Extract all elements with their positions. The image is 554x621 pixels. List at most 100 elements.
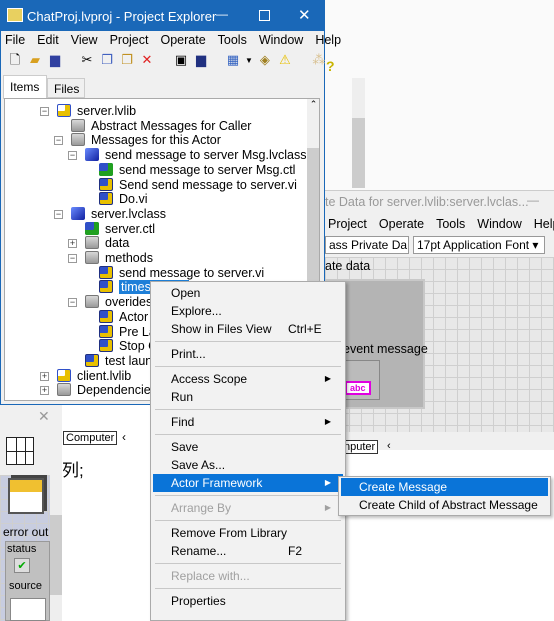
- source-control-icon[interactable]: ◈: [257, 52, 273, 68]
- tab-items[interactable]: Items: [3, 75, 47, 99]
- menu-item-save-as[interactable]: Save As...: [153, 456, 343, 474]
- help-icon[interactable]: ?: [326, 58, 335, 74]
- scroll-left-arrow[interactable]: ‹: [387, 440, 391, 452]
- copy-icon[interactable]: ❐: [99, 52, 115, 68]
- tree-item[interactable]: test launc: [85, 353, 159, 369]
- scroll-left-arrow[interactable]: ‹: [122, 430, 126, 444]
- minimize-button[interactable]: —: [527, 193, 539, 207]
- tree-item[interactable]: send message to server Msg.lvclass: [85, 148, 306, 163]
- tree-item[interactable]: Abstract Messages for Caller: [71, 118, 252, 134]
- menu-item-properties[interactable]: Properties: [153, 592, 343, 610]
- dependencies-icon: [57, 383, 71, 397]
- class-combo[interactable]: ass Private Da ▾: [325, 236, 409, 254]
- tree-item[interactable]: Dependencies: [57, 383, 157, 398]
- tree-item-label: send message to server Msg.ctl: [119, 162, 296, 177]
- paste-icon[interactable]: ❐: [119, 52, 135, 68]
- class-icon: [71, 206, 85, 220]
- warning-icon[interactable]: ⚠: [277, 52, 293, 68]
- tree-item[interactable]: data: [85, 236, 129, 251]
- collapse-icon[interactable]: −: [54, 136, 63, 146]
- menu-file[interactable]: File: [0, 33, 31, 47]
- menu-item-open[interactable]: Open: [153, 284, 343, 302]
- menu-item-find[interactable]: Find ▶: [153, 413, 343, 431]
- new-icon[interactable]: 🗋: [7, 52, 23, 68]
- tree-item[interactable]: server.ctl: [85, 221, 155, 237]
- menu-window[interactable]: Window: [253, 33, 309, 47]
- menu-operate[interactable]: Operate: [154, 33, 211, 47]
- tree-item[interactable]: server.lvclass: [71, 206, 166, 222]
- menu-project[interactable]: Project: [322, 217, 373, 231]
- tree-item-label: Abstract Messages for Caller: [91, 118, 252, 133]
- class-private-data-window: te Data for server.lvlib:server.lvclas..…: [322, 190, 554, 454]
- menu-window[interactable]: Window: [471, 217, 527, 231]
- expand-icon[interactable]: +: [40, 386, 49, 396]
- deploy-icon[interactable]: ▆: [193, 52, 209, 68]
- menu-tools[interactable]: Tools: [212, 33, 253, 47]
- tree-item[interactable]: send message to server.vi: [99, 265, 264, 281]
- menu-item-label: Show in Files View: [171, 322, 272, 336]
- menu-operate[interactable]: Operate: [373, 217, 430, 231]
- save-all-icon[interactable]: ▆: [47, 52, 63, 68]
- menu-item-explore[interactable]: Explore...: [153, 302, 343, 320]
- close-icon[interactable]: ✕: [38, 408, 50, 425]
- menu-project[interactable]: Project: [104, 33, 155, 47]
- delete-icon[interactable]: ✕: [139, 52, 155, 68]
- menu-separator: [155, 588, 341, 589]
- maximize-button[interactable]: [259, 10, 270, 21]
- title-bar: ChatProj.lvproj - Project Explorer — ✕: [1, 1, 324, 31]
- tree-item[interactable]: Send send message to server.vi: [99, 177, 297, 193]
- background-scrollbar[interactable]: [352, 78, 365, 188]
- menu-edit[interactable]: Edit: [31, 33, 65, 47]
- menu-tools[interactable]: Tools: [430, 217, 471, 231]
- tree-item[interactable]: methods: [85, 251, 153, 266]
- code-text: 列;: [62, 461, 84, 480]
- menu-help[interactable]: Help: [309, 33, 347, 47]
- tree-item[interactable]: Stop C: [99, 339, 157, 354]
- front-panel-canvas[interactable]: ate data event message abc: [325, 257, 554, 432]
- cut-icon[interactable]: ✂: [79, 52, 95, 68]
- font-combo[interactable]: 17pt Application Font ▾: [413, 236, 545, 254]
- tree-item[interactable]: send message to server Msg.ctl: [99, 162, 296, 178]
- menu-item-save[interactable]: Save: [153, 438, 343, 456]
- vi-icon: [99, 309, 113, 323]
- vi-icon: [85, 353, 99, 367]
- menu-item-create-message[interactable]: Create Message: [341, 478, 548, 496]
- menu-item-print[interactable]: Print...: [153, 345, 343, 363]
- menu-item-label: Replace with...: [171, 569, 250, 583]
- build-icon[interactable]: ▣: [173, 52, 189, 68]
- panel-scrollbar[interactable]: [50, 480, 62, 621]
- menu-item-create-child-of-abstract-message[interactable]: Create Child of Abstract Message: [341, 496, 548, 514]
- close-button[interactable]: ✕: [298, 6, 311, 24]
- menu-item-run[interactable]: Run: [153, 388, 343, 406]
- source-field[interactable]: [10, 598, 46, 621]
- dependencies-icon[interactable]: ⁂: [311, 52, 327, 68]
- tree-item[interactable]: server.lvlib: [57, 104, 136, 119]
- view-options-icon[interactable]: ▦: [225, 52, 241, 68]
- expand-icon[interactable]: +: [68, 239, 77, 249]
- menu-item-show-in-files-view[interactable]: Show in Files View Ctrl+E: [153, 320, 343, 338]
- collapse-icon[interactable]: −: [68, 298, 77, 308]
- tree-item[interactable]: overides: [85, 295, 152, 310]
- menu-item-actor-framework[interactable]: Actor Framework ▶: [153, 474, 343, 492]
- open-icon[interactable]: ▰: [27, 52, 43, 68]
- menu-item-rename[interactable]: Rename... F2: [153, 542, 343, 560]
- menu-separator: [155, 366, 341, 367]
- expand-icon[interactable]: +: [40, 371, 49, 381]
- minimize-button[interactable]: —: [216, 7, 228, 21]
- collapse-icon[interactable]: −: [68, 254, 77, 263]
- collapse-icon[interactable]: −: [54, 209, 63, 219]
- menu-item-remove-from-library[interactable]: Remove From Library: [153, 524, 343, 542]
- folder-icon: [71, 118, 85, 132]
- tree-item[interactable]: Do.vi: [99, 192, 147, 207]
- menu-item-label: Remove From Library: [171, 526, 288, 540]
- scroll-up-arrow[interactable]: ⌃: [307, 99, 319, 110]
- tree-item-label: Do.vi: [119, 192, 148, 207]
- tree-item[interactable]: client.lvlib: [57, 368, 131, 384]
- menu-help[interactable]: Help: [528, 217, 554, 231]
- menu-view[interactable]: View: [65, 33, 104, 47]
- tree-item[interactable]: Messages for this Actor: [71, 133, 221, 148]
- tab-files[interactable]: Files: [47, 78, 85, 98]
- collapse-icon[interactable]: −: [68, 151, 77, 161]
- collapse-icon[interactable]: −: [40, 107, 49, 116]
- menu-item-access-scope[interactable]: Access Scope ▶: [153, 370, 343, 388]
